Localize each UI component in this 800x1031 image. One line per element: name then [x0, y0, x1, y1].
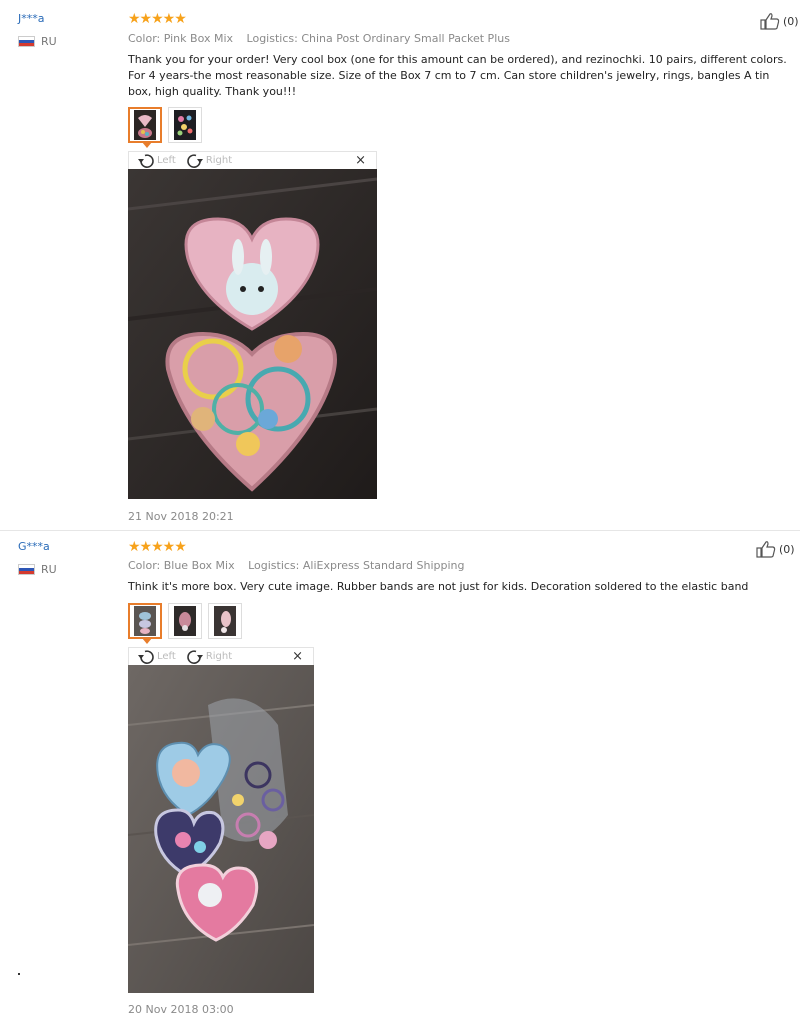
- photo-thumbnail-image: [214, 606, 236, 636]
- review-photo: [128, 169, 377, 499]
- photo-thumbnail[interactable]: [208, 603, 242, 639]
- star-rating: ★★★★★: [128, 11, 187, 27]
- review-text: Thank you for your order! Very cool box …: [128, 53, 787, 98]
- review-date: 20 Nov 2018 03:00: [128, 1003, 234, 1016]
- photo-viewer: Left Right ×: [128, 151, 377, 499]
- photo-thumbnail-image: [134, 110, 156, 140]
- order-info: Color: Blue Box Mix Logistics: AliExpres…: [128, 559, 465, 572]
- review-item: J***a RU ★★★★★ (0) Color: Pink Box Mix L…: [0, 0, 800, 530]
- logistics-label: Logistics:: [248, 559, 300, 572]
- photo-thumbnail[interactable]: [128, 107, 162, 148]
- russia-flag-icon: [18, 36, 35, 47]
- rotate-left-icon: [138, 153, 154, 168]
- color-label: Color:: [128, 559, 161, 572]
- photo-thumbnail[interactable]: [168, 107, 202, 143]
- review-item: G***a RU ★★★★★ (0) Color: Blue Box Mix L…: [0, 530, 800, 1031]
- rotate-left-button[interactable]: Left: [137, 649, 176, 665]
- close-icon[interactable]: ×: [355, 153, 366, 168]
- photo-viewer-toolbar: Left Right ×: [128, 151, 377, 169]
- rotate-right-icon: [187, 649, 203, 664]
- photo-thumbnail-image: [134, 606, 156, 636]
- buyer-name[interactable]: J***a: [18, 12, 45, 25]
- helpful-count: (0): [779, 542, 795, 556]
- thumbs-up-icon: [756, 541, 776, 558]
- rotate-right-icon: [187, 153, 203, 168]
- photo-thumbnail[interactable]: [128, 603, 162, 644]
- country-code: RU: [41, 35, 57, 48]
- order-info: Color: Pink Box Mix Logistics: China Pos…: [128, 32, 510, 45]
- photo-viewer: Left Right ×: [128, 647, 314, 993]
- buyer-country: RU: [18, 35, 57, 48]
- rotate-left-label: Left: [157, 155, 176, 166]
- stray-dot: [18, 973, 20, 975]
- photo-thumbnails: [128, 107, 202, 148]
- buyer-country: RU: [18, 563, 57, 576]
- russia-flag-icon: [18, 564, 35, 575]
- country-code: RU: [41, 563, 57, 576]
- logistics-value: AliExpress Standard Shipping: [302, 559, 465, 572]
- review-text: Think it's more box. Very cute image. Ru…: [128, 580, 749, 593]
- color-value: Blue Box Mix: [163, 559, 235, 572]
- helpful-button[interactable]: (0): [760, 12, 799, 30]
- photo-thumbnail-image: [174, 606, 196, 636]
- close-icon[interactable]: ×: [292, 649, 303, 664]
- helpful-count: (0): [783, 14, 799, 28]
- review-date: 21 Nov 2018 20:21: [128, 510, 234, 523]
- logistics-label: Logistics:: [246, 32, 298, 45]
- helpful-button[interactable]: (0): [756, 540, 795, 558]
- color-label: Color:: [128, 32, 161, 45]
- rotate-right-label: Right: [205, 651, 233, 662]
- star-rating: ★★★★★: [128, 539, 187, 555]
- rotate-right-label: Right: [205, 155, 233, 166]
- photo-thumbnail[interactable]: [168, 603, 202, 639]
- photo-viewer-toolbar: Left Right ×: [128, 647, 314, 665]
- rotate-right-button[interactable]: Right: [186, 649, 232, 665]
- rotate-left-button[interactable]: Left: [137, 153, 176, 169]
- rotate-left-icon: [138, 649, 154, 664]
- rotate-left-label: Left: [157, 651, 176, 662]
- color-value: Pink Box Mix: [163, 32, 234, 45]
- logistics-value: China Post Ordinary Small Packet Plus: [301, 32, 510, 45]
- buyer-name[interactable]: G***a: [18, 540, 50, 553]
- review-photo: [128, 665, 314, 993]
- photo-thumbnail-image: [174, 110, 196, 140]
- thumbs-up-icon: [760, 13, 780, 30]
- rotate-right-button[interactable]: Right: [186, 153, 232, 169]
- photo-thumbnails: [128, 603, 242, 644]
